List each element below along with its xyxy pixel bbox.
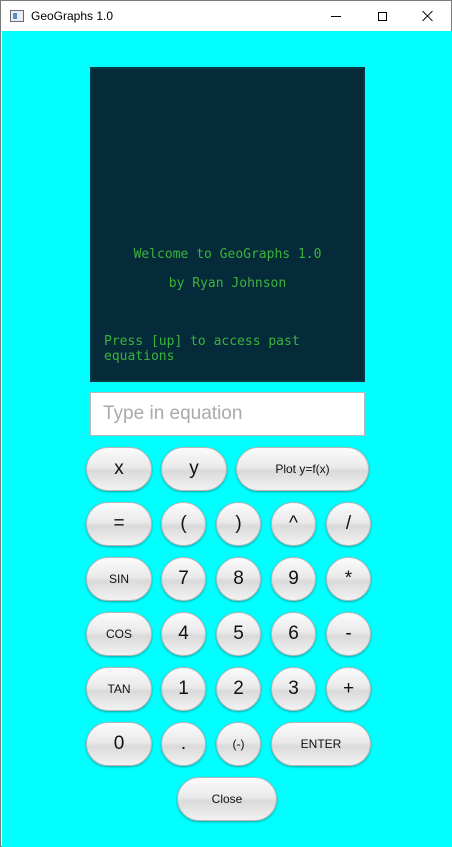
digit-0-button[interactable]: 0	[86, 722, 152, 766]
close-window-button[interactable]	[405, 1, 451, 31]
divide-button[interactable]: /	[326, 502, 371, 546]
calculator-panel: Welcome to GeoGraphs 1.0 by Ryan Johnson…	[2, 31, 452, 847]
minus-button[interactable]: -	[326, 612, 371, 656]
plus-button[interactable]: +	[326, 667, 371, 711]
x-button[interactable]: x	[86, 447, 152, 491]
sin-button[interactable]: SIN	[86, 557, 152, 601]
digit-4-button[interactable]: 4	[161, 612, 206, 656]
digit-8-button[interactable]: 8	[216, 557, 261, 601]
decimal-button[interactable]: .	[161, 722, 206, 766]
digit-3-button[interactable]: 3	[271, 667, 316, 711]
app-window: GeoGraphs 1.0 Welcome to GeoGraphs 1.0 b…	[0, 0, 452, 847]
right-paren-button[interactable]: )	[216, 502, 261, 546]
app-icon	[10, 10, 24, 22]
tan-button[interactable]: TAN	[86, 667, 152, 711]
y-button[interactable]: y	[161, 447, 227, 491]
multiply-button[interactable]: *	[326, 557, 371, 601]
cos-button[interactable]: COS	[86, 612, 152, 656]
power-button[interactable]: ^	[271, 502, 316, 546]
welcome-text: Welcome to GeoGraphs 1.0	[133, 247, 322, 262]
digit-2-button[interactable]: 2	[216, 667, 261, 711]
title-bar[interactable]: GeoGraphs 1.0	[1, 1, 451, 31]
equation-input[interactable]	[90, 392, 365, 436]
digit-5-button[interactable]: 5	[216, 612, 261, 656]
window-title: GeoGraphs 1.0	[31, 9, 114, 23]
enter-button[interactable]: ENTER	[271, 722, 371, 766]
digit-9-button[interactable]: 9	[271, 557, 316, 601]
plot-button[interactable]: Plot y=f(x)	[236, 447, 369, 491]
output-screen: Welcome to GeoGraphs 1.0 by Ryan Johnson…	[90, 67, 365, 382]
left-paren-button[interactable]: (	[161, 502, 206, 546]
minimize-icon	[331, 15, 341, 17]
close-icon	[422, 10, 434, 22]
digit-7-button[interactable]: 7	[161, 557, 206, 601]
digit-6-button[interactable]: 6	[271, 612, 316, 656]
equals-button[interactable]: =	[86, 502, 152, 546]
digit-1-button[interactable]: 1	[161, 667, 206, 711]
hint-text: Press [up] to access past equations	[104, 334, 300, 364]
minimize-button[interactable]	[313, 1, 359, 31]
close-button[interactable]: Close	[177, 777, 277, 821]
maximize-icon	[377, 11, 387, 21]
author-text: by Ryan Johnson	[168, 276, 287, 291]
negate-button[interactable]: (-)	[216, 722, 261, 766]
maximize-button[interactable]	[359, 1, 405, 31]
